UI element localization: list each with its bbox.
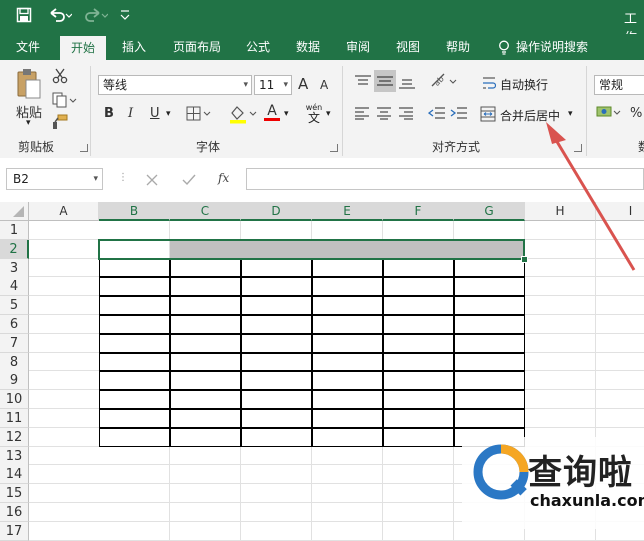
watermark: 查询啦 chaxunla.com [462, 437, 644, 529]
watermark-url: chaxunla.com [530, 491, 644, 510]
gridline [29, 539, 644, 541]
watermark-logo-icon [473, 444, 529, 500]
watermark-brand: 查询啦 [528, 453, 633, 493]
